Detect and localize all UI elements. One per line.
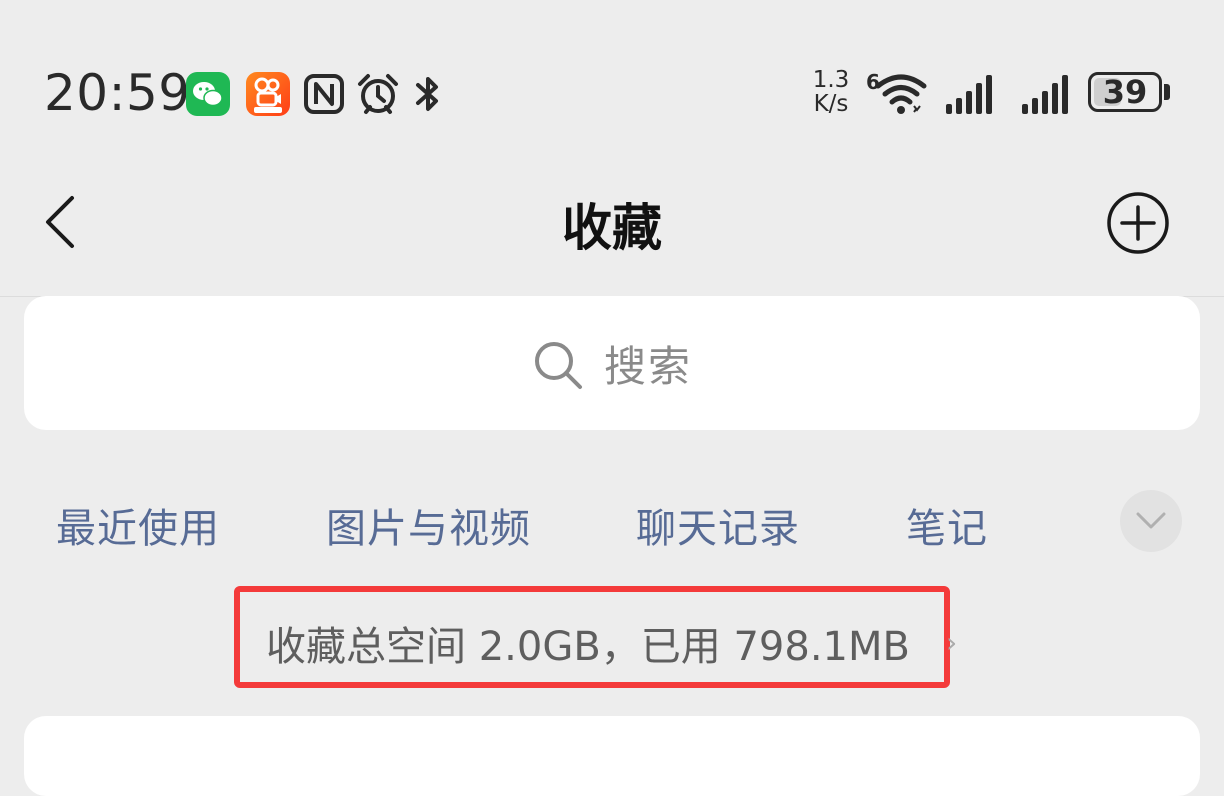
storage-text: 收藏总空间 2.0GB，已用 798.1MB	[266, 624, 910, 670]
search-placeholder: 搜索	[603, 341, 692, 391]
page-title: 收藏	[562, 199, 662, 257]
wifi-icon	[875, 74, 927, 114]
expand-tabs-button[interactable]	[1120, 490, 1182, 552]
storage-info[interactable]: 收藏总空间 2.0GB，已用 798.1MB	[234, 586, 950, 688]
nav-bar: 收藏	[0, 160, 1224, 297]
status-time: 20:59	[44, 64, 191, 122]
battery-level: 39	[1102, 73, 1148, 111]
tab-chat-history[interactable]: 聊天记录	[636, 496, 800, 554]
search-input[interactable]: 搜索	[24, 296, 1200, 430]
tab-recent[interactable]: 最近使用	[56, 496, 220, 554]
nfc-icon	[304, 74, 344, 114]
favorites-list-card[interactable]	[24, 716, 1200, 796]
signal-icon	[946, 75, 992, 114]
network-speed-unit: K/s	[813, 91, 849, 117]
search-icon	[534, 342, 582, 389]
signal-icon-2	[1022, 75, 1068, 114]
chevron-right-icon: ›	[946, 626, 958, 659]
category-tabs: 最近使用 图片与视频 聊天记录 笔记	[0, 488, 1224, 558]
tab-notes[interactable]: 笔记	[906, 496, 988, 554]
tab-photos-videos[interactable]: 图片与视频	[326, 496, 531, 554]
network-speed-value: 1.3	[812, 67, 850, 93]
wechat-app-icon	[186, 72, 230, 116]
search-inner: 搜索	[24, 296, 1200, 430]
kuaishou-app-icon	[246, 72, 290, 116]
battery-icon: 39	[1088, 72, 1162, 112]
chevron-down-icon	[1136, 512, 1166, 529]
alarm-icon	[358, 74, 398, 114]
plus-circle-icon[interactable]	[1106, 191, 1170, 255]
battery-cap	[1164, 84, 1170, 100]
network-speed: 1.3 K/s	[806, 68, 856, 116]
bluetooth-icon	[416, 77, 438, 111]
status-bar: 20:59 1.3 K/s 6 39	[0, 0, 1224, 160]
